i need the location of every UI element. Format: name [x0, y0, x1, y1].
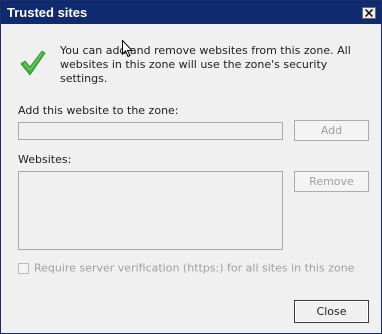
remove-button[interactable]: Remove	[294, 171, 369, 192]
close-button[interactable]: Close	[294, 300, 369, 323]
close-icon	[365, 9, 373, 17]
websites-list[interactable]	[18, 171, 283, 250]
zone-description: You can add and remove websites from thi…	[60, 44, 351, 85]
require-https-label: Require server verification (https:) for…	[34, 261, 355, 275]
require-https-row[interactable]: Require server verification (https:) for…	[18, 261, 354, 275]
dialog-body: You can add and remove websites from thi…	[1, 24, 381, 333]
add-website-input[interactable]	[18, 122, 283, 140]
title-bar[interactable]: Trusted sites	[1, 1, 381, 24]
require-https-checkbox[interactable]	[18, 262, 29, 274]
mouse-pointer-icon	[122, 40, 133, 57]
add-button[interactable]: Add	[294, 120, 369, 141]
websites-label: Websites:	[18, 153, 72, 166]
trusted-sites-dialog: Trusted sites You can add and remove web…	[0, 0, 382, 334]
add-website-label: Add this website to the zone:	[18, 104, 179, 117]
green-check-icon	[20, 50, 46, 76]
window-title: Trusted sites	[7, 5, 88, 20]
title-close-button[interactable]	[362, 7, 376, 19]
